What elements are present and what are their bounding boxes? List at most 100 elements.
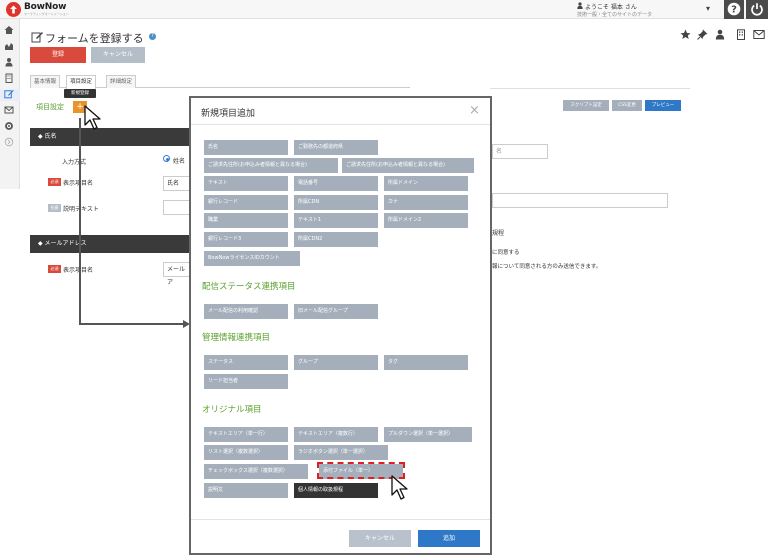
radio-button[interactable]: [163, 155, 170, 162]
help-icon: ?: [727, 2, 741, 16]
item-button[interactable]: グループ: [294, 355, 378, 370]
power-icon: [751, 3, 763, 16]
modal-add-button[interactable]: 追加: [418, 530, 480, 547]
script-settings-button[interactable]: スクリプト設定: [563, 100, 609, 111]
item-button[interactable]: 銀行レコード3: [204, 232, 288, 247]
tab-basic-info[interactable]: 基本情報: [30, 75, 61, 88]
left-nav: [0, 19, 20, 189]
field-header-mail[interactable]: ◆ メールアドレス: [30, 235, 190, 253]
item-button[interactable]: チェックボックス選択（複数選択）: [204, 464, 308, 479]
preview-input[interactable]: [492, 193, 668, 208]
gear-icon[interactable]: [4, 121, 16, 133]
privacy-note: 報について同意される方のみ送信できます。: [492, 264, 602, 270]
help-button[interactable]: ?: [724, 0, 744, 19]
edit-form-icon[interactable]: [0, 89, 20, 101]
item-button[interactable]: 個人情報の取扱規程: [294, 483, 378, 498]
divider: [191, 519, 490, 520]
item-button[interactable]: テキストエリア（単一行）: [204, 427, 288, 442]
annotation-line: [79, 118, 81, 325]
item-button[interactable]: 職業: [204, 213, 288, 228]
input-format-label: 入力方式: [62, 159, 87, 166]
person-icon[interactable]: [4, 57, 16, 69]
preview-button[interactable]: プレビュー: [645, 100, 681, 111]
mail-display-name-input[interactable]: メールア: [163, 262, 190, 286]
page-toolbar: [680, 29, 768, 41]
item-button[interactable]: 電話番号: [294, 176, 378, 191]
item-button[interactable]: テキスト1: [294, 213, 378, 228]
logo-subtitle: マーケティングオートメーション: [24, 12, 69, 16]
annotation-line: [79, 323, 187, 325]
modal-cancel-button[interactable]: キャンセル: [349, 530, 411, 547]
building-toolbar-icon[interactable]: [736, 29, 746, 42]
display-name-label: 表示項目名: [63, 267, 94, 274]
section-heading: オリジナル項目: [202, 405, 262, 415]
item-button[interactable]: タグ: [384, 355, 468, 370]
chevron-down-icon[interactable]: ▾: [706, 4, 710, 13]
item-button[interactable]: 銀行レコード: [204, 195, 288, 210]
item-button[interactable]: 所属CDN2: [294, 232, 378, 247]
help-circle-icon[interactable]: ?: [149, 33, 156, 40]
section-heading: 管理情報連携項目: [202, 333, 271, 343]
item-button[interactable]: 旧メール配信グループ: [294, 304, 378, 319]
item-button[interactable]: カナ: [384, 195, 468, 210]
user-scope-text: 技術一般・全てのサイトのデータ: [577, 12, 653, 18]
css-change-button[interactable]: CSS変更: [612, 100, 642, 111]
item-button[interactable]: テキストエリア（複数行）: [294, 427, 378, 442]
radio-label: 姓名: [173, 158, 186, 165]
chart-icon[interactable]: [4, 41, 16, 53]
display-name-input[interactable]: 氏名: [163, 176, 190, 191]
item-button[interactable]: ご勤務先の都道府県: [294, 140, 378, 155]
tab-field-settings[interactable]: 項目設定: [66, 75, 97, 89]
item-button[interactable]: 氏名: [204, 140, 288, 155]
optional-badge: 任意: [48, 204, 61, 212]
bownow-logo-icon[interactable]: [6, 2, 21, 17]
item-button[interactable]: 説明文: [204, 483, 288, 498]
item-button[interactable]: メール配信の利用確認: [204, 304, 288, 319]
home-icon[interactable]: [4, 25, 16, 37]
item-button[interactable]: 所属ドメイン: [384, 176, 468, 191]
add-tooltip: 新規登録: [64, 89, 96, 98]
pin-icon[interactable]: [697, 29, 708, 42]
building-icon[interactable]: [4, 73, 16, 85]
close-icon[interactable]: ×: [469, 103, 480, 118]
required-badge: 必須: [48, 265, 61, 273]
item-button[interactable]: BowNowライセンスIDカウント: [204, 251, 300, 266]
required-badge: 必須: [48, 178, 61, 186]
item-button[interactable]: ラジオボタン選択（単一選択）: [294, 445, 388, 460]
cancel-button[interactable]: キャンセル: [91, 47, 145, 63]
first-name-preview-input[interactable]: 名: [492, 144, 548, 159]
svg-text:?: ?: [731, 5, 737, 16]
item-button[interactable]: テキスト: [204, 176, 288, 191]
display-name-label: 表示項目名: [63, 180, 94, 187]
field-title: 氏名: [44, 133, 57, 140]
register-button[interactable]: 登録: [30, 47, 86, 63]
description-input[interactable]: [163, 200, 190, 215]
person-toolbar-icon[interactable]: [715, 29, 725, 42]
top-bar: BowNow マーケティングオートメーション ようこそ 福本 さん 技術一般・全…: [0, 0, 768, 19]
item-button[interactable]: プルダウン選択（単一選択）: [384, 427, 472, 442]
item-button[interactable]: ご請求先住所(お申込み者情報と異なる場合): [342, 158, 474, 173]
tab-bar: 基本情報 項目設定 詳細設定: [30, 75, 410, 89]
page-title: フォームを登録する: [45, 32, 144, 45]
star-icon[interactable]: [680, 29, 691, 42]
item-button[interactable]: リード担当者: [204, 374, 288, 389]
cursor-icon: [84, 105, 106, 133]
field-header-name[interactable]: ◆ 氏名: [30, 128, 190, 146]
modal-title: 新規項目追加: [201, 109, 256, 119]
section-heading: 配信ステータス連携項目: [202, 282, 296, 292]
cursor-icon: [391, 475, 413, 503]
mail-toolbar-icon[interactable]: [753, 29, 765, 42]
edit-icon: [31, 31, 43, 45]
item-button[interactable]: 所属CDN: [294, 195, 378, 210]
item-button[interactable]: ご請求先住所(お申込み者情報と異なる場合): [204, 158, 338, 173]
expand-icon[interactable]: [4, 137, 16, 149]
section-label: 項目設定: [36, 103, 64, 111]
item-button[interactable]: 所属ドメイン2: [384, 213, 468, 228]
logo-text[interactable]: BowNow: [24, 2, 66, 12]
tab-detail-settings[interactable]: 詳細設定: [106, 75, 137, 88]
item-button[interactable]: ステータス: [204, 355, 288, 370]
mail-icon[interactable]: [4, 105, 16, 117]
logout-button[interactable]: [746, 0, 768, 19]
item-button[interactable]: リスト選択（複数選択）: [204, 445, 288, 460]
welcome-text: ようこそ 福本 さん: [585, 4, 637, 11]
